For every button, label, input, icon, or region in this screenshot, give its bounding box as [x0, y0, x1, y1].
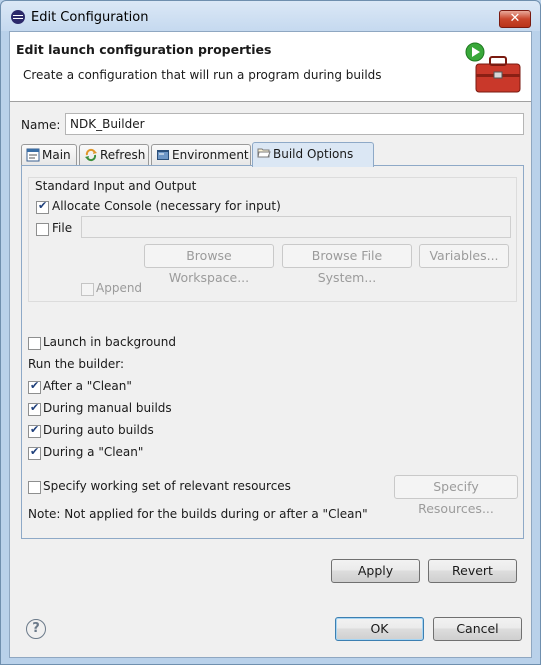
- std-io-group: Standard Input and Output Allocate Conso…: [28, 177, 517, 302]
- working-set-checkbox[interactable]: [28, 481, 41, 494]
- file-checkbox[interactable]: [36, 223, 49, 236]
- working-set-label: Specify working set of relevant resource…: [43, 479, 291, 493]
- refresh-icon: [85, 148, 97, 162]
- tab-build-options-label: Build Options: [273, 147, 354, 161]
- help-icon[interactable]: ?: [26, 619, 46, 639]
- ok-button[interactable]: OK: [335, 617, 424, 641]
- environment-icon: [157, 150, 169, 160]
- toolbox-icon: [465, 42, 521, 93]
- dialog-client-area: Edit launch configuration properties Cre…: [9, 31, 532, 658]
- browse-workspace-button[interactable]: Browse Workspace...: [144, 244, 274, 285]
- auto-builds-label: During auto builds: [43, 423, 154, 437]
- launch-background-label: Launch in background: [43, 335, 176, 349]
- std-io-group-title: Standard Input and Output: [35, 179, 197, 193]
- during-clean-checkbox[interactable]: [28, 445, 41, 460]
- tab-refresh-label: Refresh: [100, 148, 146, 162]
- variables-button[interactable]: Variables...: [419, 244, 509, 268]
- manual-builds-checkbox[interactable]: [28, 401, 41, 416]
- file-path-input[interactable]: [81, 216, 511, 238]
- tab-main-label: Main: [42, 148, 71, 162]
- eclipse-app-icon: [11, 10, 25, 24]
- folder-icon: [257, 148, 271, 158]
- build-options-panel: Standard Input and Output Allocate Conso…: [21, 165, 524, 539]
- revert-button[interactable]: Revert: [428, 559, 517, 583]
- header-title: Edit launch configuration properties: [16, 42, 272, 57]
- file-label: File: [52, 221, 73, 235]
- allocate-console-checkbox[interactable]: [36, 199, 49, 214]
- window-title: Edit Configuration: [31, 10, 149, 25]
- append-checkbox[interactable]: [81, 283, 94, 296]
- tab-environment-label: Environment: [172, 148, 249, 162]
- browse-file-system-button[interactable]: Browse File System...: [282, 244, 412, 285]
- tab-refresh[interactable]: Refresh: [79, 144, 149, 166]
- close-button[interactable]: ✕: [499, 10, 531, 28]
- name-label: Name:: [21, 118, 61, 132]
- cancel-button[interactable]: Cancel: [433, 617, 522, 641]
- tab-strip: Main Refresh Environment Build Options: [21, 142, 524, 167]
- header-message: Create a configuration that will run a p…: [23, 68, 382, 82]
- dialog-window: Edit Configuration ✕ Edit launch configu…: [0, 0, 541, 665]
- after-clean-label: After a "Clean": [43, 379, 132, 393]
- launch-background-checkbox[interactable]: [28, 337, 41, 350]
- run-builder-label: Run the builder:: [28, 357, 124, 371]
- main-tab-icon: [26, 148, 40, 162]
- tab-main[interactable]: Main: [21, 144, 77, 166]
- during-clean-label: During a "Clean": [43, 445, 144, 459]
- auto-builds-checkbox[interactable]: [28, 423, 41, 438]
- after-clean-checkbox[interactable]: [28, 379, 41, 394]
- tab-build-options[interactable]: Build Options: [252, 142, 374, 167]
- title-area: Edit launch configuration properties Cre…: [10, 32, 531, 102]
- append-label: Append: [96, 281, 143, 295]
- specify-resources-button[interactable]: Specify Resources...: [394, 475, 518, 516]
- name-input[interactable]: NDK_Builder: [65, 113, 524, 135]
- title-bar[interactable]: Edit Configuration ✕: [1, 1, 540, 31]
- tab-environment[interactable]: Environment: [151, 144, 251, 166]
- allocate-console-label: Allocate Console (necessary for input): [52, 199, 281, 213]
- apply-button[interactable]: Apply: [331, 559, 420, 583]
- manual-builds-label: During manual builds: [43, 401, 172, 415]
- note-text: Note: Not applied for the builds during …: [28, 507, 368, 521]
